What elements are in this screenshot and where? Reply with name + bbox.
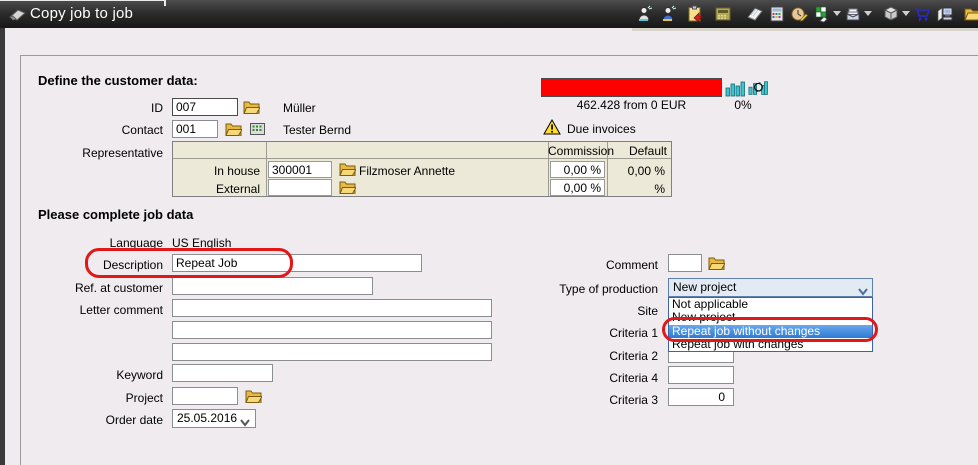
materials-icon[interactable] <box>812 5 830 23</box>
customer-name: Müller <box>283 101 316 115</box>
external-row-label: External <box>173 182 260 196</box>
title-bar: Copy job to job <box>0 0 978 28</box>
toolbar-bottom-strip <box>632 28 978 31</box>
notebook-icon[interactable] <box>746 5 764 23</box>
tab-edge <box>0 0 166 1</box>
type-of-production-combobox[interactable]: New project <box>668 278 873 297</box>
copy-job-dialog: Copy job to job <box>0 0 978 465</box>
window-left-edge <box>0 28 5 465</box>
contact-input[interactable] <box>172 120 218 138</box>
criteria4-input[interactable] <box>668 366 734 384</box>
criteria3-label: Criteria 3 <box>545 393 658 407</box>
window-title: Copy job to job <box>30 5 133 22</box>
job-section-heading: Please complete job data <box>38 207 193 222</box>
mailing-stack-icon[interactable] <box>844 5 862 23</box>
materials-dropdown-arrow-icon[interactable] <box>833 11 841 16</box>
criteria2-label: Criteria 2 <box>545 349 658 363</box>
add-customer-icon[interactable] <box>636 5 654 23</box>
site-label: Site <box>545 304 658 318</box>
in-house-default-value: 0,00 % <box>607 164 665 178</box>
id-label: ID <box>30 101 163 115</box>
commission-column-header: Commission <box>548 144 603 158</box>
letter-comment-input-1[interactable] <box>172 299 492 317</box>
comment-browse-folder-icon[interactable] <box>708 256 725 270</box>
time-clock-icon[interactable] <box>790 5 808 23</box>
external-default-value: % <box>607 182 665 196</box>
in-house-name: Filzmoser Annette <box>359 164 455 178</box>
estimate-calculator-icon[interactable] <box>768 5 786 23</box>
ref-at-customer-input[interactable] <box>172 277 373 295</box>
order-date-value: 25.05.2016 <box>177 411 237 425</box>
product-cube-icon[interactable] <box>882 5 900 23</box>
calculator-icon[interactable] <box>714 5 732 23</box>
project-label: Project <box>30 391 163 405</box>
contact-label: Contact <box>30 123 163 137</box>
product-dropdown-arrow-icon[interactable] <box>902 11 910 16</box>
order-date-combobox[interactable]: 25.05.2016 <box>172 409 256 428</box>
clipboard-note-icon[interactable] <box>686 5 704 23</box>
bar-chart-refresh-icon <box>748 79 768 97</box>
order-date-label: Order date <box>30 413 163 427</box>
contact-organization-icon[interactable] <box>249 122 266 136</box>
stamp-icon <box>8 8 26 21</box>
due-invoices-label: Due invoices <box>567 122 636 136</box>
project-input[interactable] <box>172 387 238 405</box>
default-column-header: Default <box>607 144 667 158</box>
chevron-down-icon <box>240 415 250 423</box>
table-divider <box>266 142 267 196</box>
comment-label: Comment <box>545 258 658 272</box>
project-browse-folder-icon[interactable] <box>245 389 262 403</box>
warning-triangle-icon <box>543 119 561 135</box>
criteria3-input[interactable] <box>668 388 734 406</box>
criteria4-label: Criteria 4 <box>545 371 658 385</box>
comment-input[interactable] <box>668 254 702 272</box>
type-of-production-label: Type of production <box>545 282 658 296</box>
bar-chart-icon <box>725 79 745 97</box>
contact-name: Tester Bernd <box>283 123 351 137</box>
annotation-oval-repeat-option <box>662 317 878 342</box>
credit-limit-bar <box>541 78 722 97</box>
cart-icon[interactable] <box>913 5 931 23</box>
credit-limit-caption: 462.428 from 0 EUR <box>541 98 722 112</box>
in-house-code-input[interactable] <box>268 161 332 178</box>
tab-edge-tick <box>164 0 166 6</box>
representative-label: Representative <box>30 146 163 160</box>
criteria1-label: Criteria 1 <box>545 326 658 340</box>
id-input[interactable] <box>172 98 238 116</box>
in-house-commission-input[interactable] <box>550 161 605 178</box>
in-house-browse-folder-icon[interactable] <box>339 162 356 176</box>
add-contact-icon[interactable] <box>660 5 678 23</box>
invoice-computer-icon[interactable] <box>936 5 954 23</box>
letter-comment-label: Letter comment <box>30 303 163 317</box>
type-of-production-value: New project <box>673 280 736 294</box>
id-browse-folder-icon[interactable] <box>243 100 260 114</box>
in-house-row-label: In house <box>173 164 260 178</box>
letter-comment-input-3[interactable] <box>172 343 492 361</box>
letter-comment-input-2[interactable] <box>172 321 492 339</box>
external-commission-input[interactable] <box>550 179 605 196</box>
mailing-dropdown-arrow-icon[interactable] <box>864 11 872 16</box>
external-code-input[interactable] <box>268 179 332 196</box>
external-browse-folder-icon[interactable] <box>339 180 356 194</box>
representative-table: Commission Default In house Filzmoser An… <box>172 141 672 197</box>
open-folder-icon[interactable] <box>964 5 978 23</box>
table-header-divider <box>173 158 671 159</box>
contact-browse-folder-icon[interactable] <box>225 122 242 136</box>
dropdown-option-not-applicable[interactable]: Not applicable <box>669 298 872 311</box>
chevron-down-icon <box>858 284 868 292</box>
annotation-oval-description <box>85 248 293 278</box>
keyword-input[interactable] <box>172 364 273 382</box>
customer-section-heading: Define the customer data: <box>38 73 198 88</box>
keyword-label: Keyword <box>30 368 163 382</box>
credit-limit-percent: 0% <box>722 98 764 112</box>
ref-at-customer-label: Ref. at customer <box>30 281 163 295</box>
